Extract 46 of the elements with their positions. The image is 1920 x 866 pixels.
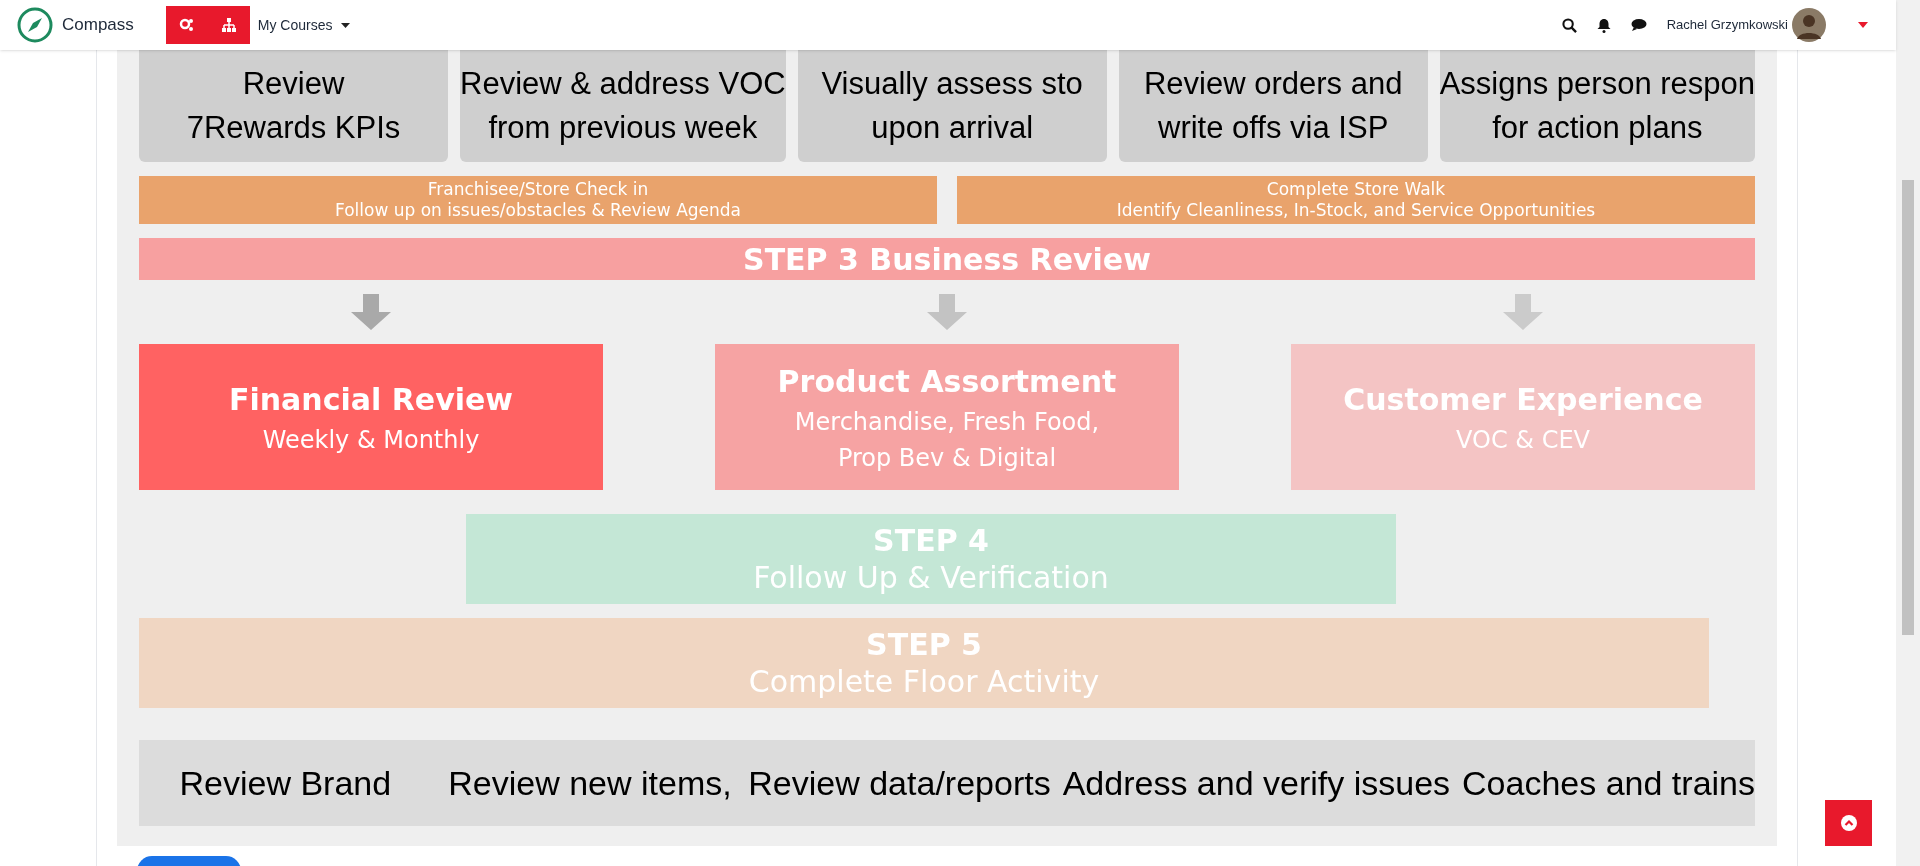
avatar[interactable] [1792, 8, 1826, 42]
note-text: Address and verify issues [1062, 762, 1451, 804]
focus-area-text: Merchandise, Fresh Food, [794, 406, 1100, 438]
note-text: Review data/reports [748, 762, 1051, 804]
focus-area-title: Product Assortment [777, 362, 1117, 401]
step-text: Follow Up & Verification [753, 559, 1109, 597]
note-text: Assigns person respon [1439, 65, 1755, 103]
step-subtitle: Identify Cleanliness, In-Stock, and Service Opportunities [1116, 200, 1596, 222]
step-title: Franchisee/Store Check in [427, 178, 649, 200]
note-text: Coaches and trains [1462, 762, 1755, 804]
note-text: Review & address VOC [460, 65, 786, 103]
back-to-top-button[interactable] [1825, 800, 1872, 846]
focus-area-text: Prop Bev & Digital [837, 442, 1057, 474]
compass-logo-icon[interactable] [16, 6, 54, 44]
note-text: Review [242, 65, 345, 103]
my-courses-menu[interactable]: My Courses [257, 14, 350, 36]
focus-area-title: Customer Experience [1343, 380, 1703, 419]
caret-icon [340, 22, 350, 28]
note-text: Review Brand [178, 762, 393, 804]
down-arrow-icon [1501, 294, 1545, 330]
step-subtitle: Follow up on issues/obstacles & Review Agenda [334, 200, 741, 222]
note-text: for action plans [1492, 109, 1703, 147]
note-text: from previous week [488, 109, 758, 147]
bell-icon[interactable] [1596, 17, 1611, 33]
note-text: 7Rewards KPIs [186, 109, 401, 147]
search-icon[interactable] [1561, 17, 1577, 33]
step-text: Complete Floor Activity [748, 663, 1100, 701]
down-arrow-icon [349, 294, 393, 330]
user-name[interactable]: Rachel Grzymkowski [1666, 15, 1788, 35]
note-text: write offs via ISP [1158, 109, 1389, 147]
note-text: Visually assess sto [821, 65, 1083, 103]
chat-icon[interactable] [1630, 18, 1647, 32]
business-review-bar: STEP 3 Business Review [139, 238, 1755, 280]
caret-icon[interactable] [1858, 22, 1868, 28]
note-text: Review new items, [447, 762, 733, 804]
note-text: Review orders and [1143, 65, 1403, 103]
note-text: upon arrival [871, 109, 1034, 147]
down-arrow-icon [925, 294, 969, 330]
step-text: STEP 5 [866, 625, 982, 663]
chevron-up-icon [1840, 815, 1857, 831]
step-title: Complete Store Walk [1266, 178, 1446, 200]
brand-name[interactable]: Compass [62, 12, 134, 38]
step-text: STEP 4 [873, 521, 989, 559]
focus-area-text: VOC & CEV [1456, 424, 1590, 456]
focus-area-text: Weekly & Monthly [262, 424, 480, 456]
focus-area-title: Financial Review [228, 380, 514, 419]
